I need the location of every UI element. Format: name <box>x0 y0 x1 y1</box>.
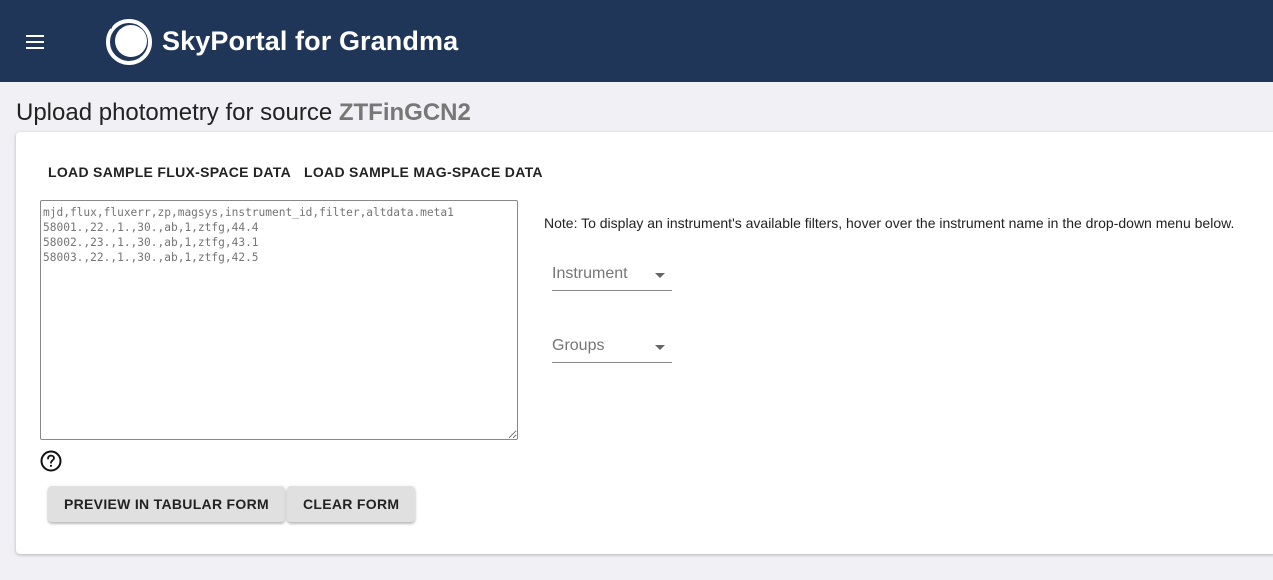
source-name: ZTFinGCN2 <box>338 99 471 126</box>
skyportal-logo-icon[interactable] <box>103 15 157 67</box>
arrow-drop-down-icon <box>655 273 665 278</box>
load-sample-mag-button[interactable]: LOAD SAMPLE MAG-SPACE DATA <box>288 154 559 190</box>
page-title: Upload photometry for source ZTFinGCN2 <box>16 99 471 127</box>
groups-select-label: Groups <box>552 337 605 354</box>
page-title-prefix: Upload photometry for source <box>16 99 333 126</box>
clear-form-button[interactable]: CLEAR FORM <box>287 486 416 522</box>
load-sample-flux-button[interactable]: LOAD SAMPLE FLUX-SPACE DATA <box>32 154 307 190</box>
instrument-filter-note: Note: To display an instrument's availab… <box>544 215 1235 231</box>
instrument-select-label: Instrument <box>552 265 628 282</box>
groups-select[interactable]: Groups <box>552 332 672 363</box>
csv-data-input[interactable] <box>40 200 518 440</box>
instrument-select[interactable]: Instrument <box>552 260 672 291</box>
arrow-drop-down-icon <box>655 345 665 350</box>
help-circle-icon[interactable] <box>40 450 62 472</box>
preview-tabular-button[interactable]: PREVIEW IN TABULAR FORM <box>48 486 285 522</box>
app-title[interactable]: SkyPortal for Grandma <box>162 26 458 57</box>
menu-icon[interactable] <box>24 30 48 54</box>
app-bar: SkyPortal for Grandma <box>0 0 1273 82</box>
